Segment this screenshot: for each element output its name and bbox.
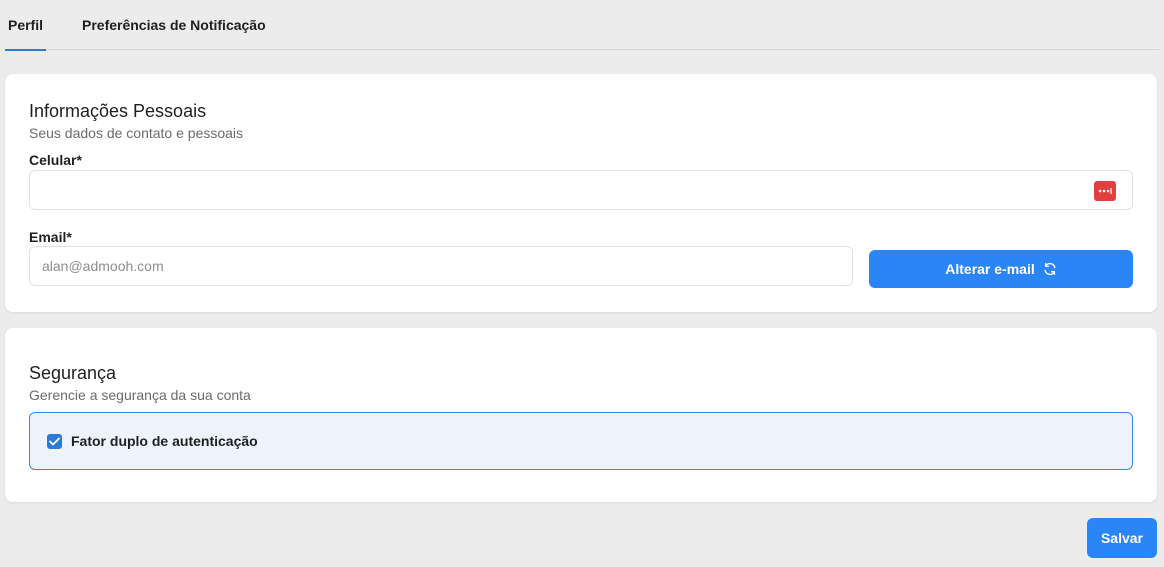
tab-perfil[interactable]: Perfil: [5, 0, 46, 51]
two-factor-label: Fator duplo de autenticação: [71, 433, 258, 449]
check-icon: [49, 437, 60, 445]
phone-field[interactable]: [29, 170, 1133, 210]
personal-info-subtitle: Seus dados de contato e pessoais: [29, 125, 244, 141]
save-label: Salvar: [1100, 530, 1144, 546]
security-title: Segurança: [29, 363, 117, 383]
tab-notification-preferences[interactable]: Preferências de Notificação: [82, 0, 266, 50]
phone-label: Celular*: [29, 152, 82, 168]
personal-info-card: Informações Pessoais Seus dados de conta…: [5, 74, 1157, 312]
personal-info-title: Informações Pessoais: [29, 101, 207, 121]
security-card: Segurança Gerencie a segurança da sua co…: [5, 328, 1157, 502]
email-field[interactable]: [29, 246, 853, 286]
phone-input[interactable]: [30, 171, 1132, 209]
email-input[interactable]: [30, 247, 852, 285]
tab-bar: Perfil Preferências de Notificação: [5, 0, 1159, 51]
security-subtitle: Gerencie a segurança da sua conta: [29, 387, 251, 403]
refresh-icon: [1043, 262, 1057, 276]
password-manager-icon[interactable]: [1094, 181, 1116, 201]
change-email-button[interactable]: Alterar e-mail: [869, 250, 1133, 288]
email-label: Email*: [29, 229, 72, 245]
change-email-label: Alterar e-mail: [945, 261, 1035, 277]
two-factor-option[interactable]: Fator duplo de autenticação: [29, 412, 1133, 470]
two-factor-checkbox[interactable]: [47, 433, 62, 449]
save-button[interactable]: Salvar: [1087, 518, 1157, 558]
